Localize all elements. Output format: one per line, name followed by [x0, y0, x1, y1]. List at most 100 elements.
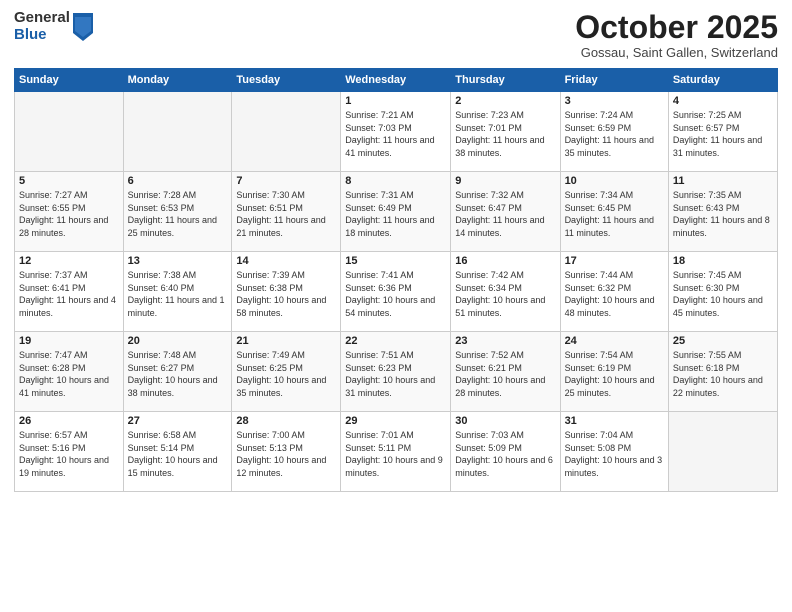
logo: General Blue [14, 10, 93, 43]
col-monday: Monday [123, 69, 232, 92]
day-info: Sunrise: 7:28 AM Sunset: 6:53 PM Dayligh… [128, 189, 228, 239]
table-row: 1 Sunrise: 7:21 AM Sunset: 7:03 PM Daylig… [341, 92, 451, 172]
day-info: Sunrise: 7:00 AM Sunset: 5:13 PM Dayligh… [236, 429, 336, 479]
day-info: Sunrise: 7:54 AM Sunset: 6:19 PM Dayligh… [565, 349, 664, 399]
table-row: 7Sunrise: 7:30 AM Sunset: 6:51 PM Daylig… [232, 172, 341, 252]
calendar-week-row: 1 Sunrise: 7:21 AM Sunset: 7:03 PM Daylig… [15, 92, 778, 172]
day-info: Sunrise: 7:21 AM Sunset: 7:03 PM Dayligh… [345, 109, 446, 159]
table-row [15, 92, 124, 172]
day-number: 4 [673, 95, 773, 107]
day-number: 21 [236, 335, 336, 347]
day-info: Sunrise: 7:47 AM Sunset: 6:28 PM Dayligh… [19, 349, 119, 399]
table-row: 24Sunrise: 7:54 AM Sunset: 6:19 PM Dayli… [560, 332, 668, 412]
day-info: Sunrise: 7:39 AM Sunset: 6:38 PM Dayligh… [236, 269, 336, 319]
logo-general: General [14, 10, 70, 27]
day-number: 7 [236, 175, 336, 187]
col-saturday: Saturday [668, 69, 777, 92]
table-row: 5Sunrise: 7:27 AM Sunset: 6:55 PM Daylig… [15, 172, 124, 252]
table-row: 21 Sunrise: 7:49 AM Sunset: 6:25 PM Dayli… [232, 332, 341, 412]
day-number: 31 [565, 415, 664, 427]
day-info: Sunrise: 7:31 AM Sunset: 6:49 PM Dayligh… [345, 189, 446, 239]
calendar-week-row: 12Sunrise: 7:37 AM Sunset: 6:41 PM Dayli… [15, 252, 778, 332]
table-row: 29Sunrise: 7:01 AM Sunset: 5:11 PM Dayli… [341, 412, 451, 492]
day-info: Sunrise: 7:34 AM Sunset: 6:45 PM Dayligh… [565, 189, 664, 239]
day-info: Sunrise: 6:57 AM Sunset: 5:16 PM Dayligh… [19, 429, 119, 479]
table-row: 25Sunrise: 7:55 AM Sunset: 6:18 PM Dayli… [668, 332, 777, 412]
day-number: 9 [455, 175, 555, 187]
table-row [232, 92, 341, 172]
table-row: 11 Sunrise: 7:35 AM Sunset: 6:43 PM Dayli… [668, 172, 777, 252]
table-row: 19Sunrise: 7:47 AM Sunset: 6:28 PM Dayli… [15, 332, 124, 412]
day-number: 14 [236, 255, 336, 267]
day-info: Sunrise: 7:03 AM Sunset: 5:09 PM Dayligh… [455, 429, 555, 479]
day-info: Sunrise: 7:52 AM Sunset: 6:21 PM Dayligh… [455, 349, 555, 399]
day-number: 25 [673, 335, 773, 347]
calendar-header-row: Sunday Monday Tuesday Wednesday Thursday… [15, 69, 778, 92]
col-wednesday: Wednesday [341, 69, 451, 92]
logo-blue: Blue [14, 27, 70, 44]
day-info: Sunrise: 7:01 AM Sunset: 5:11 PM Dayligh… [345, 429, 446, 479]
day-number: 11 [673, 175, 773, 187]
day-info: Sunrise: 7:04 AM Sunset: 5:08 PM Dayligh… [565, 429, 664, 479]
day-number: 12 [19, 255, 119, 267]
month-title: October 2025 [575, 10, 778, 45]
table-row: 13Sunrise: 7:38 AM Sunset: 6:40 PM Dayli… [123, 252, 232, 332]
day-number: 3 [565, 95, 664, 107]
calendar-week-row: 19Sunrise: 7:47 AM Sunset: 6:28 PM Dayli… [15, 332, 778, 412]
col-sunday: Sunday [15, 69, 124, 92]
day-number: 2 [455, 95, 555, 107]
day-number: 30 [455, 415, 555, 427]
day-number: 18 [673, 255, 773, 267]
logo-text: General Blue [14, 10, 70, 43]
table-row: 17Sunrise: 7:44 AM Sunset: 6:32 PM Dayli… [560, 252, 668, 332]
day-info: Sunrise: 7:35 AM Sunset: 6:43 PM Dayligh… [673, 189, 773, 239]
day-number: 26 [19, 415, 119, 427]
day-info: Sunrise: 7:44 AM Sunset: 6:32 PM Dayligh… [565, 269, 664, 319]
day-info: Sunrise: 7:42 AM Sunset: 6:34 PM Dayligh… [455, 269, 555, 319]
day-number: 10 [565, 175, 664, 187]
day-number: 8 [345, 175, 446, 187]
table-row: 16 Sunrise: 7:42 AM Sunset: 6:34 PM Dayli… [451, 252, 560, 332]
day-info: Sunrise: 7:49 AM Sunset: 6:25 PM Dayligh… [236, 349, 336, 399]
day-number: 1 [345, 95, 446, 107]
table-row: 30 Sunrise: 7:03 AM Sunset: 5:09 PM Dayli… [451, 412, 560, 492]
calendar-week-row: 26 Sunrise: 6:57 AM Sunset: 5:16 PM Dayli… [15, 412, 778, 492]
calendar-table: Sunday Monday Tuesday Wednesday Thursday… [14, 68, 778, 492]
table-row: 22 Sunrise: 7:51 AM Sunset: 6:23 PM Dayli… [341, 332, 451, 412]
title-section: October 2025 Gossau, Saint Gallen, Switz… [575, 10, 778, 60]
table-row: 10 Sunrise: 7:34 AM Sunset: 6:45 PM Dayli… [560, 172, 668, 252]
table-row [668, 412, 777, 492]
table-row: 14 Sunrise: 7:39 AM Sunset: 6:38 PM Dayli… [232, 252, 341, 332]
table-row: 3 Sunrise: 7:24 AM Sunset: 6:59 PM Daylig… [560, 92, 668, 172]
day-number: 28 [236, 415, 336, 427]
day-number: 27 [128, 415, 228, 427]
day-info: Sunrise: 6:58 AM Sunset: 5:14 PM Dayligh… [128, 429, 228, 479]
col-tuesday: Tuesday [232, 69, 341, 92]
day-info: Sunrise: 7:25 AM Sunset: 6:57 PM Dayligh… [673, 109, 773, 159]
table-row: 8 Sunrise: 7:31 AM Sunset: 6:49 PM Daylig… [341, 172, 451, 252]
table-row: 18 Sunrise: 7:45 AM Sunset: 6:30 PM Dayli… [668, 252, 777, 332]
col-thursday: Thursday [451, 69, 560, 92]
day-info: Sunrise: 7:41 AM Sunset: 6:36 PM Dayligh… [345, 269, 446, 319]
day-info: Sunrise: 7:45 AM Sunset: 6:30 PM Dayligh… [673, 269, 773, 319]
table-row: 28 Sunrise: 7:00 AM Sunset: 5:13 PM Dayli… [232, 412, 341, 492]
day-number: 5 [19, 175, 119, 187]
table-row: 20Sunrise: 7:48 AM Sunset: 6:27 PM Dayli… [123, 332, 232, 412]
day-number: 22 [345, 335, 446, 347]
table-row: 12Sunrise: 7:37 AM Sunset: 6:41 PM Dayli… [15, 252, 124, 332]
day-number: 15 [345, 255, 446, 267]
day-info: Sunrise: 7:38 AM Sunset: 6:40 PM Dayligh… [128, 269, 228, 319]
header: General Blue October 2025 Gossau, Saint … [14, 10, 778, 60]
day-info: Sunrise: 7:32 AM Sunset: 6:47 PM Dayligh… [455, 189, 555, 239]
table-row: 26 Sunrise: 6:57 AM Sunset: 5:16 PM Dayli… [15, 412, 124, 492]
day-number: 16 [455, 255, 555, 267]
day-info: Sunrise: 7:24 AM Sunset: 6:59 PM Dayligh… [565, 109, 664, 159]
table-row: 31 Sunrise: 7:04 AM Sunset: 5:08 PM Dayli… [560, 412, 668, 492]
table-row: 2 Sunrise: 7:23 AM Sunset: 7:01 PM Daylig… [451, 92, 560, 172]
col-friday: Friday [560, 69, 668, 92]
day-info: Sunrise: 7:51 AM Sunset: 6:23 PM Dayligh… [345, 349, 446, 399]
table-row: 27 Sunrise: 6:58 AM Sunset: 5:14 PM Dayli… [123, 412, 232, 492]
day-info: Sunrise: 7:23 AM Sunset: 7:01 PM Dayligh… [455, 109, 555, 159]
table-row: 15 Sunrise: 7:41 AM Sunset: 6:36 PM Dayli… [341, 252, 451, 332]
table-row [123, 92, 232, 172]
